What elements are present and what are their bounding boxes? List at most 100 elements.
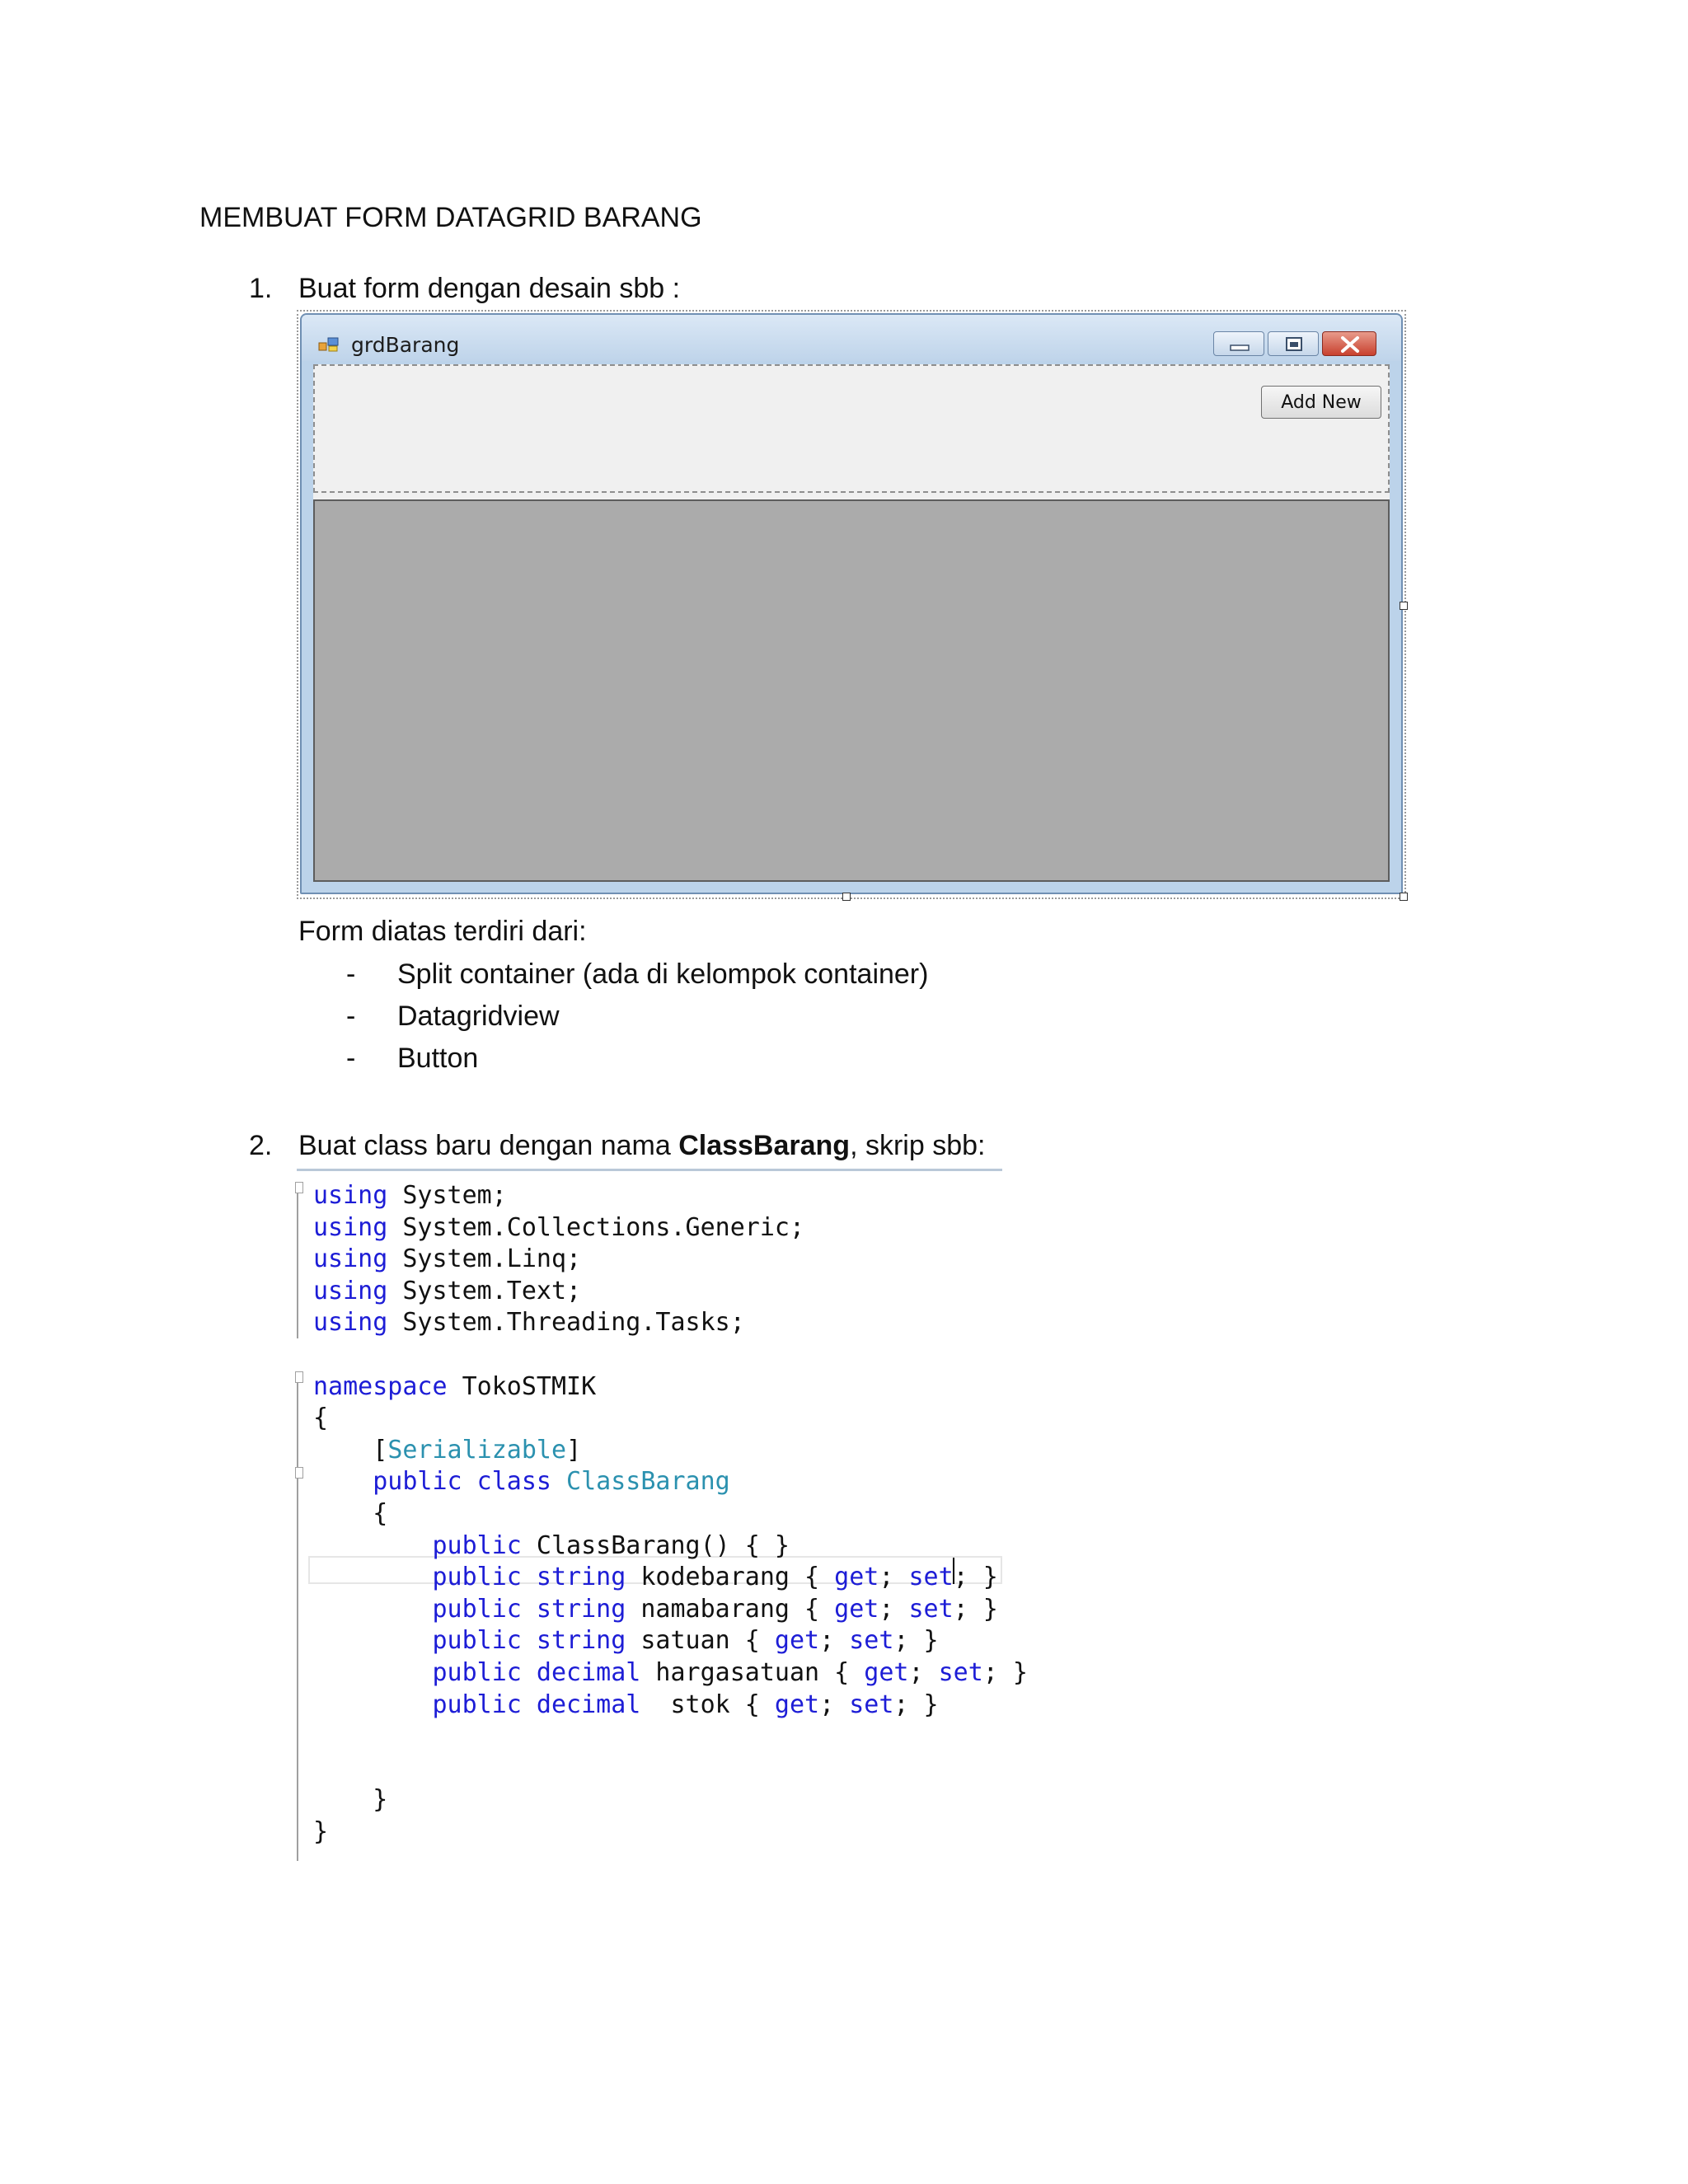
code-keyword: set	[938, 1658, 983, 1687]
code-text: {	[313, 1404, 329, 1433]
code-keyword: set	[908, 1594, 954, 1624]
maximize-button[interactable]	[1268, 331, 1319, 356]
code-line: namespace TokoSTMIK	[313, 1371, 596, 1403]
code-text: ;	[819, 1690, 850, 1719]
code-keyword: using	[313, 1181, 388, 1210]
code-line: public decimal hargasatuan { get; set; }	[313, 1657, 1028, 1689]
close-icon	[1341, 336, 1359, 353]
code-keyword: set	[849, 1690, 894, 1719]
list-dash: -	[346, 1001, 356, 1032]
code-keyword: using	[313, 1308, 388, 1338]
step-2-number: 2.	[249, 1130, 273, 1161]
code-text: kodebarang {	[626, 1563, 835, 1592]
list-item: Button	[397, 1043, 479, 1074]
code-text: ;	[908, 1658, 939, 1687]
code-line: public string satuan { get; set; }	[313, 1625, 939, 1657]
list-dash: -	[346, 958, 356, 990]
code-editor: using System; using System.Collections.Ge…	[295, 1169, 1028, 1861]
code-keyword: get	[774, 1690, 820, 1719]
code-text: }	[313, 1785, 388, 1815]
code-text: {	[313, 1499, 388, 1528]
code-keyword: public decimal	[313, 1658, 641, 1687]
code-text: ClassBarang() { }	[521, 1530, 790, 1560]
resize-handle-corner[interactable]	[1400, 893, 1408, 901]
code-keyword: get	[774, 1626, 820, 1656]
close-button[interactable]	[1322, 331, 1376, 356]
collapse-icon[interactable]	[295, 1467, 303, 1479]
code-text: ; }	[893, 1626, 939, 1656]
minimize-button[interactable]	[1213, 331, 1264, 356]
code-line: using System.Threading.Tasks;	[313, 1307, 745, 1338]
code-line: {	[313, 1403, 328, 1434]
code-line: using System.Collections.Generic;	[313, 1212, 804, 1244]
form-consists-label: Form diatas terdiri dari:	[298, 916, 587, 947]
code-text: ;	[819, 1626, 850, 1656]
code-keyword: get	[864, 1658, 909, 1687]
code-line: public string namabarang { get; set; }	[313, 1594, 998, 1625]
code-keyword: public	[313, 1530, 522, 1560]
code-keyword: using	[313, 1244, 388, 1274]
code-line: public class ClassBarang	[313, 1466, 730, 1497]
code-line: [Serializable]	[313, 1435, 581, 1466]
code-keyword: get	[834, 1594, 879, 1624]
code-line: using System;	[313, 1180, 507, 1212]
code-line: {	[313, 1498, 387, 1530]
step-2-text-before: Buat class baru dengan nama	[298, 1130, 679, 1161]
code-keyword: namespace	[313, 1371, 448, 1401]
collapse-icon[interactable]	[295, 1182, 303, 1193]
code-text: [	[313, 1435, 388, 1465]
code-line: }	[313, 1816, 328, 1848]
code-text: ; }	[893, 1690, 939, 1719]
code-text: ; }	[953, 1563, 998, 1592]
code-line: public decimal stok { get; set; }	[313, 1690, 939, 1721]
code-keyword: public decimal	[313, 1690, 641, 1719]
datagridview[interactable]	[313, 499, 1390, 882]
code-text: System.Linq;	[387, 1244, 582, 1274]
code-text: }	[313, 1817, 329, 1846]
maximize-icon	[1286, 337, 1302, 351]
code-text: System.Text;	[387, 1276, 582, 1305]
code-keyword: get	[834, 1563, 879, 1592]
code-keyword: using	[313, 1276, 388, 1305]
code-text: ]	[566, 1435, 582, 1465]
add-new-button[interactable]: Add New	[1261, 386, 1381, 419]
code-text: System;	[387, 1181, 507, 1210]
code-text: ; }	[953, 1594, 998, 1624]
form-titlebar: grdBarang	[302, 315, 1401, 361]
split-container: Add New	[313, 364, 1390, 882]
code-editor-top-border	[297, 1169, 1002, 1171]
code-keyword: using	[313, 1212, 388, 1242]
fold-guide	[297, 1182, 308, 1338]
class-name-bold: ClassBarang	[678, 1130, 851, 1161]
resize-handle-right[interactable]	[1400, 602, 1408, 610]
code-text: System.Collections.Generic;	[387, 1212, 805, 1242]
code-text: System.Threading.Tasks;	[387, 1308, 745, 1338]
form-icon	[318, 337, 339, 352]
code-type: ClassBarang	[566, 1467, 730, 1497]
collapse-icon[interactable]	[295, 1371, 303, 1383]
code-text: ;	[879, 1594, 909, 1624]
list-item: Datagridview	[397, 1001, 560, 1032]
split-panel-top: Add New	[313, 364, 1390, 493]
code-text: satuan {	[626, 1626, 775, 1656]
code-line: }	[313, 1784, 387, 1816]
code-keyword: public string	[313, 1594, 626, 1624]
document-title: MEMBUAT FORM DATAGRID BARANG	[199, 202, 702, 233]
code-keyword: set	[908, 1563, 954, 1592]
code-text: stok {	[640, 1690, 775, 1719]
step-2-text-after: , skrip sbb:	[850, 1130, 986, 1161]
code-keyword: public string	[313, 1626, 626, 1656]
step-1-text: Buat form dengan desain sbb :	[298, 273, 681, 304]
form-title: grdBarang	[351, 333, 460, 357]
form-window: grdBarang Add New	[300, 313, 1403, 894]
code-line: public string kodebarang { get; set; }	[313, 1562, 998, 1593]
code-type: Serializable	[387, 1435, 567, 1465]
resize-handle-bottom[interactable]	[842, 893, 851, 901]
list-item: Split container (ada di kelompok contain…	[397, 958, 929, 990]
code-text: hargasatuan {	[640, 1658, 865, 1687]
fold-guide	[297, 1371, 308, 1861]
form-designer-screenshot: grdBarang Add New	[297, 310, 1408, 901]
code-text: ; }	[982, 1658, 1028, 1687]
code-line: using System.Text;	[313, 1276, 581, 1307]
